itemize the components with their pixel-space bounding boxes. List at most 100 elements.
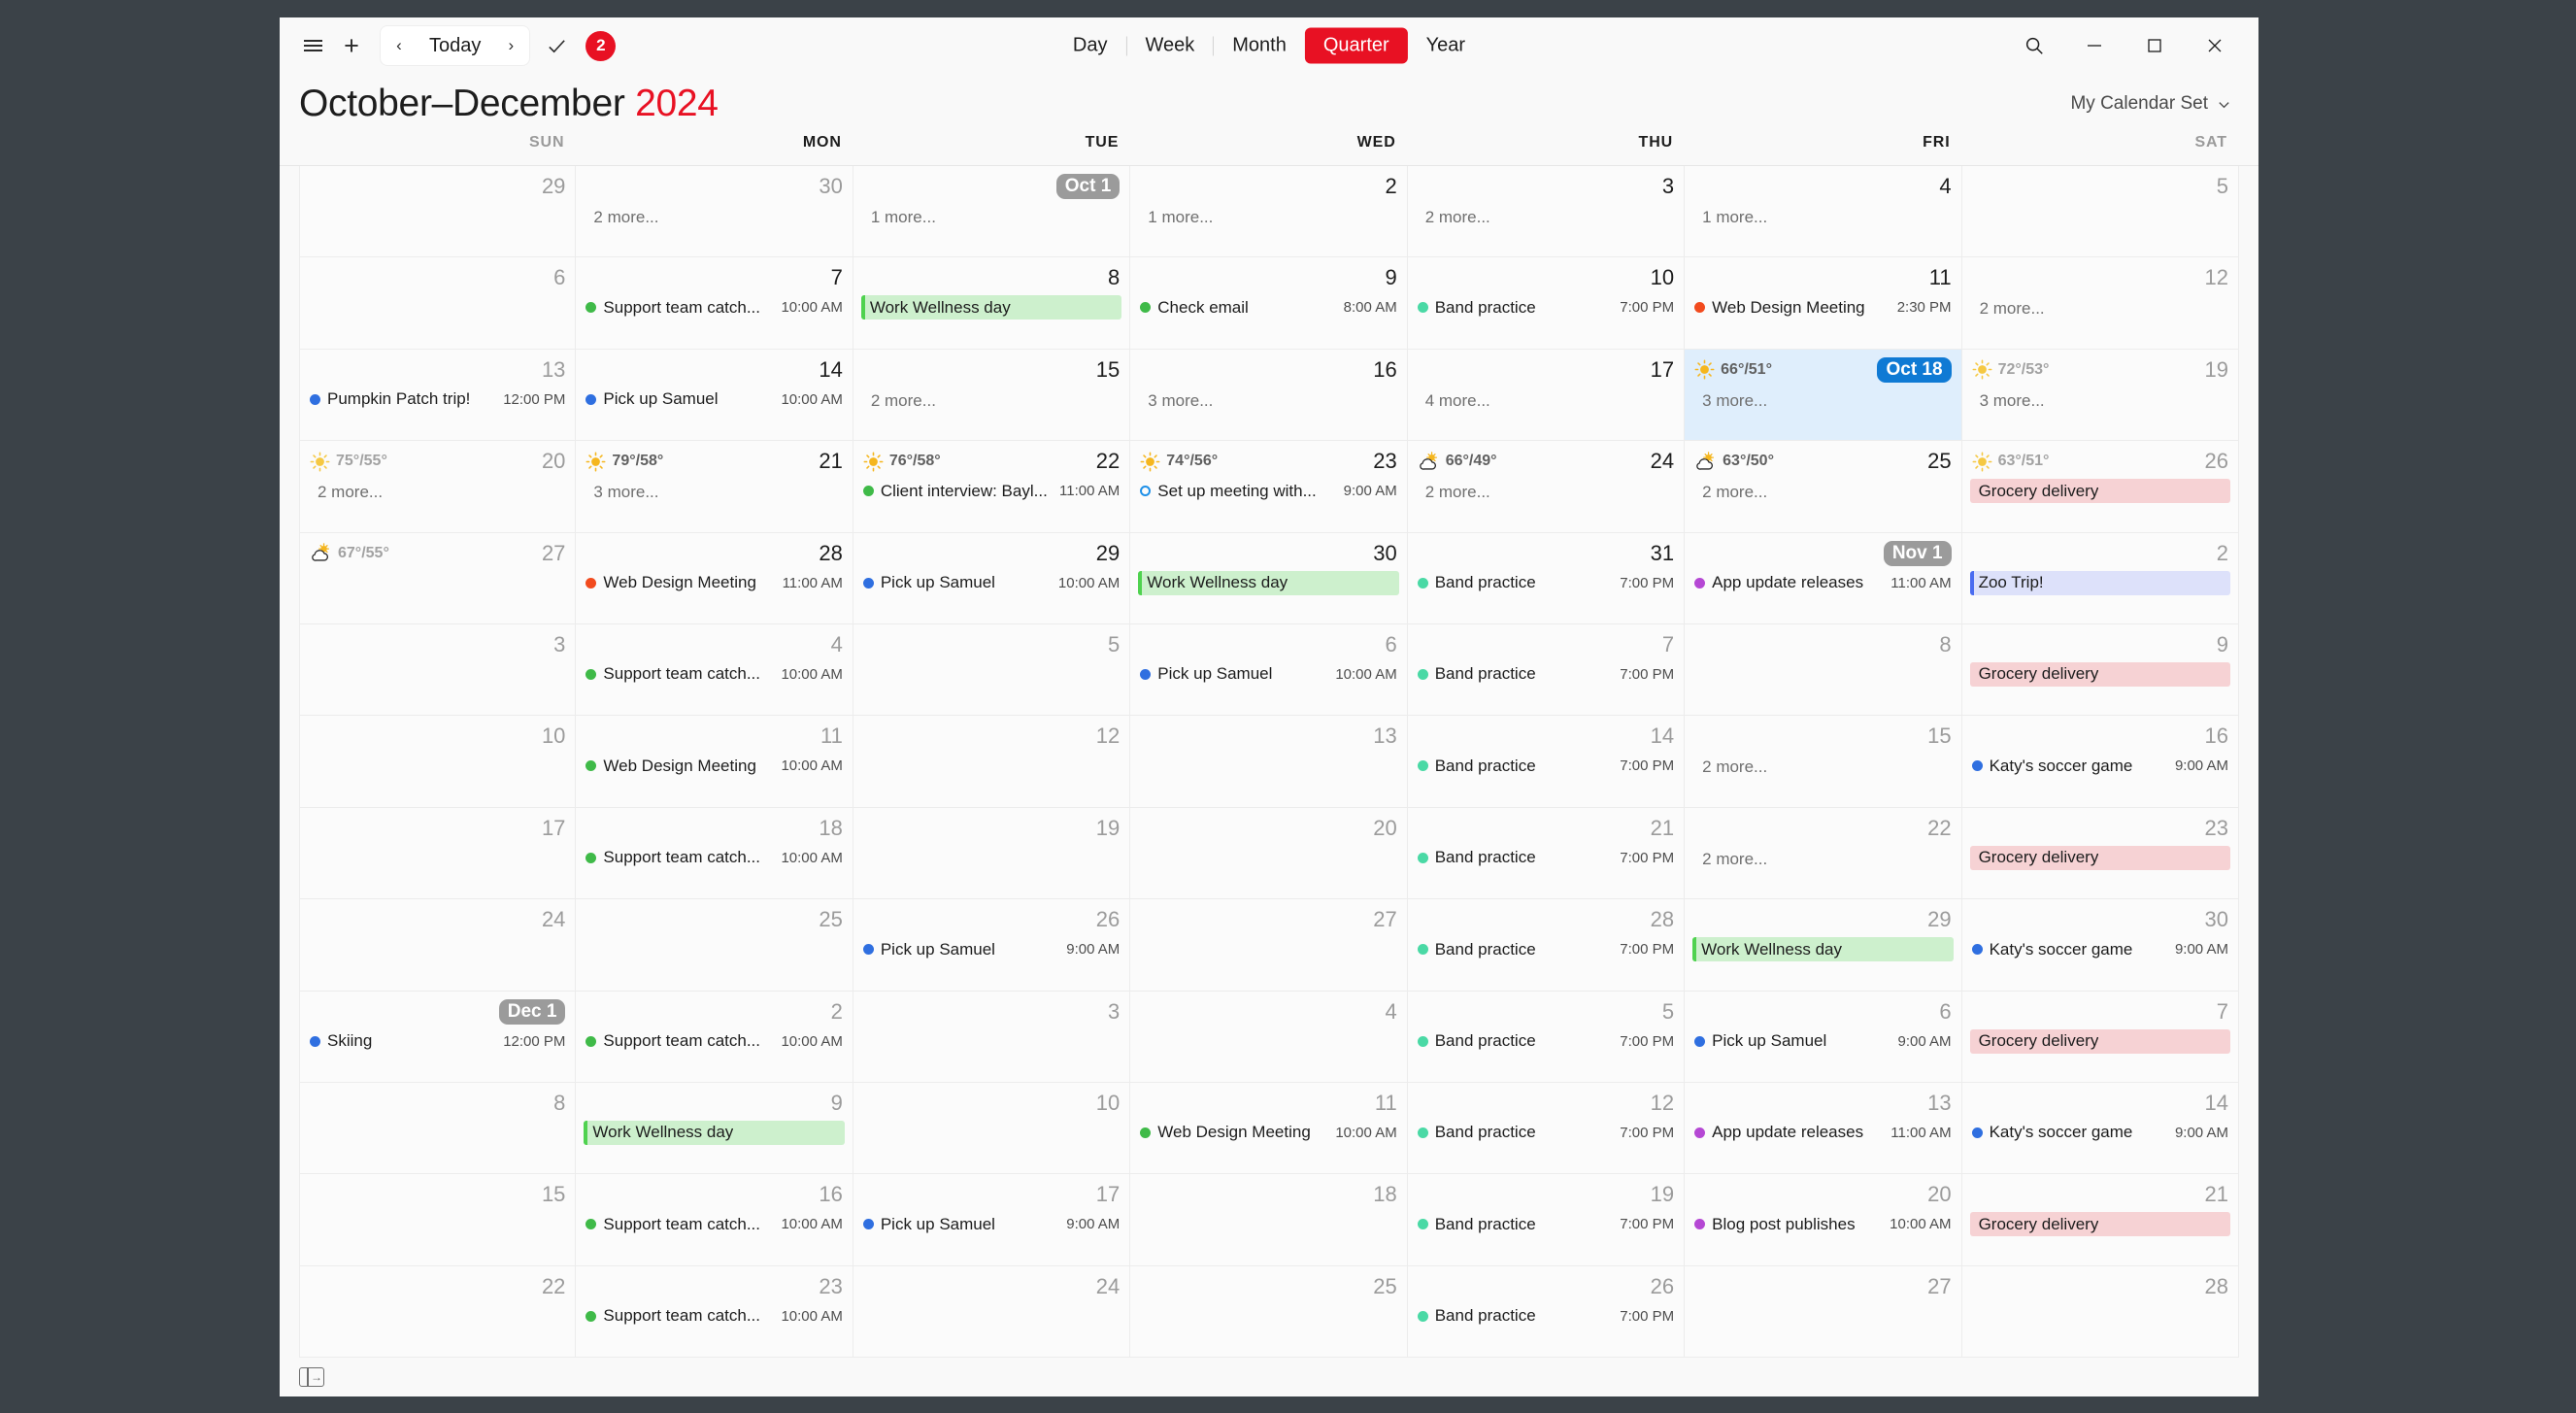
- day-number[interactable]: 5: [1108, 633, 1120, 656]
- more-events-link[interactable]: 2 more...: [1416, 204, 1676, 231]
- day-cell[interactable]: 9 Check email 8:00 AM: [1130, 257, 1408, 349]
- calendar-event[interactable]: Band practice 7:00 PM: [1416, 662, 1676, 687]
- day-cell[interactable]: 19: [853, 807, 1131, 899]
- calendar-event[interactable]: Support team catch... 10:00 AM: [584, 662, 844, 687]
- day-number[interactable]: 20: [542, 451, 565, 472]
- day-number[interactable]: 24: [1651, 451, 1674, 472]
- day-cell[interactable]: 2 1 more...: [1130, 166, 1408, 257]
- more-events-link[interactable]: 3 more...: [584, 479, 844, 506]
- day-number[interactable]: 14: [819, 358, 842, 381]
- day-cell[interactable]: 12: [853, 716, 1131, 807]
- day-cell[interactable]: 66°/49° 24 2 more...: [1407, 441, 1686, 532]
- calendar-event[interactable]: Pick up Samuel 10:00 AM: [1138, 662, 1398, 687]
- day-cell[interactable]: 28 Web Design Meeting 11:00 AM: [576, 532, 853, 623]
- day-number[interactable]: 5: [1662, 1000, 1674, 1023]
- day-number[interactable]: 14: [2205, 1092, 2228, 1114]
- calendar-event[interactable]: Client interview: Bayl... 11:00 AM: [861, 479, 1121, 503]
- day-number[interactable]: 10: [1096, 1092, 1120, 1114]
- day-cell[interactable]: 30 2 more...: [576, 166, 853, 257]
- calendar-event[interactable]: Support team catch... 10:00 AM: [584, 295, 844, 320]
- day-number[interactable]: 22: [1927, 817, 1951, 839]
- day-number[interactable]: 15: [1927, 725, 1951, 747]
- day-cell[interactable]: 16 3 more...: [1130, 349, 1408, 441]
- day-cell[interactable]: 27: [1130, 899, 1408, 991]
- calendar-event[interactable]: Support team catch... 10:00 AM: [584, 1029, 844, 1054]
- day-number[interactable]: 21: [2205, 1184, 2228, 1205]
- calendar-event[interactable]: Web Design Meeting 10:00 AM: [584, 754, 844, 778]
- day-cell[interactable]: 13 App update releases 11:00 AM: [1685, 1082, 1962, 1174]
- calendar-event[interactable]: Grocery delivery: [1969, 845, 2230, 870]
- day-number[interactable]: 26: [2205, 451, 2228, 472]
- day-cell[interactable]: 63°/51° 26 Grocery delivery: [1961, 441, 2239, 532]
- day-number[interactable]: 13: [1373, 725, 1396, 747]
- calendar-event[interactable]: Work Wellness day: [1692, 937, 1954, 962]
- day-cell[interactable]: 10: [299, 716, 577, 807]
- day-number[interactable]: 4: [831, 633, 843, 656]
- day-number[interactable]: 6: [553, 267, 565, 288]
- more-events-link[interactable]: 3 more...: [1692, 387, 1953, 415]
- day-cell[interactable]: 14 Pick up Samuel 10:00 AM: [576, 349, 853, 441]
- day-number[interactable]: 10: [542, 725, 565, 747]
- day-cell[interactable]: 18 Support team catch... 10:00 AM: [576, 807, 853, 899]
- day-cell[interactable]: 2 Zoo Trip!: [1961, 532, 2239, 623]
- day-cell[interactable]: Nov 1 App update releases 11:00 AM: [1685, 532, 1962, 623]
- day-number[interactable]: 13: [1927, 1092, 1951, 1114]
- day-cell[interactable]: 4 Support team catch... 10:00 AM: [576, 623, 853, 716]
- calendar-event[interactable]: Support team catch... 10:00 AM: [584, 1212, 844, 1236]
- day-cell[interactable]: 7 Band practice 7:00 PM: [1407, 623, 1686, 716]
- day-cell[interactable]: 11 Web Design Meeting 2:30 PM: [1685, 257, 1962, 349]
- day-cell[interactable]: 66°/51° Oct 18 3 more...: [1685, 349, 1962, 441]
- calendar-event[interactable]: Band practice 7:00 PM: [1416, 754, 1676, 778]
- calendar-event[interactable]: Blog post publishes 10:00 AM: [1692, 1212, 1953, 1236]
- day-cell[interactable]: 7 Support team catch... 10:00 AM: [576, 257, 853, 349]
- day-number[interactable]: 11: [1929, 267, 1952, 288]
- day-cell[interactable]: 30 Katy's soccer game 9:00 AM: [1961, 899, 2239, 991]
- day-cell[interactable]: 14 Katy's soccer game 9:00 AM: [1961, 1082, 2239, 1174]
- day-number[interactable]: 19: [1096, 817, 1120, 839]
- day-number[interactable]: 13: [542, 358, 565, 381]
- calendar-event[interactable]: App update releases 11:00 AM: [1692, 1121, 1953, 1145]
- day-number[interactable]: 10: [1651, 267, 1674, 288]
- day-number[interactable]: 8: [1108, 267, 1120, 288]
- day-cell[interactable]: 20: [1130, 807, 1408, 899]
- day-number[interactable]: 3: [1662, 176, 1674, 197]
- calendar-event[interactable]: Band practice 7:00 PM: [1416, 571, 1676, 595]
- day-cell[interactable]: 3: [853, 991, 1131, 1082]
- calendar-event[interactable]: Grocery delivery: [1969, 1028, 2230, 1054]
- day-number[interactable]: 26: [1651, 1275, 1674, 1297]
- calendar-event[interactable]: Web Design Meeting 10:00 AM: [1138, 1121, 1398, 1145]
- view-quarter[interactable]: Quarter: [1304, 27, 1408, 64]
- day-number[interactable]: 22: [542, 1275, 565, 1297]
- day-cell[interactable]: 74°/56° 23 Set up meeting with... 9:00 AM: [1130, 441, 1408, 532]
- day-number[interactable]: 29: [1927, 909, 1951, 930]
- day-cell[interactable]: 16 Katy's soccer game 9:00 AM: [1961, 716, 2239, 807]
- day-number[interactable]: 25: [1927, 451, 1951, 472]
- more-events-link[interactable]: 2 more...: [1692, 754, 1953, 781]
- day-number[interactable]: 26: [1096, 909, 1120, 930]
- day-cell[interactable]: 4 1 more...: [1685, 166, 1962, 257]
- day-cell[interactable]: 5: [1961, 166, 2239, 257]
- day-cell[interactable]: 23 Support team catch... 10:00 AM: [576, 1265, 853, 1358]
- day-cell[interactable]: 19 Band practice 7:00 PM: [1407, 1174, 1686, 1265]
- day-cell[interactable]: 67°/55° 27: [299, 532, 577, 623]
- day-number[interactable]: 11: [820, 725, 843, 747]
- day-number[interactable]: 27: [1927, 1275, 1951, 1297]
- day-number[interactable]: 24: [542, 909, 565, 930]
- day-cell[interactable]: Oct 1 1 more...: [853, 166, 1131, 257]
- day-number[interactable]: 21: [1651, 817, 1674, 839]
- day-number[interactable]: 16: [2205, 725, 2228, 747]
- calendar-event[interactable]: Grocery delivery: [1969, 479, 2230, 504]
- calendar-event[interactable]: Band practice 7:00 PM: [1416, 1029, 1676, 1054]
- plus-icon[interactable]: +: [332, 26, 371, 65]
- day-cell[interactable]: 25: [576, 899, 853, 991]
- calendar-event[interactable]: Work Wellness day: [584, 1120, 845, 1145]
- more-events-link[interactable]: 3 more...: [1970, 387, 2230, 415]
- day-number[interactable]: 23: [819, 1275, 842, 1297]
- day-number[interactable]: 6: [1385, 633, 1396, 656]
- day-cell[interactable]: 72°/53° 19 3 more...: [1961, 349, 2239, 441]
- day-cell[interactable]: 21 Band practice 7:00 PM: [1407, 807, 1686, 899]
- notification-badge[interactable]: 2: [585, 30, 617, 61]
- day-number[interactable]: 3: [553, 633, 565, 656]
- hamburger-icon[interactable]: [293, 26, 332, 65]
- day-number[interactable]: 30: [819, 176, 842, 197]
